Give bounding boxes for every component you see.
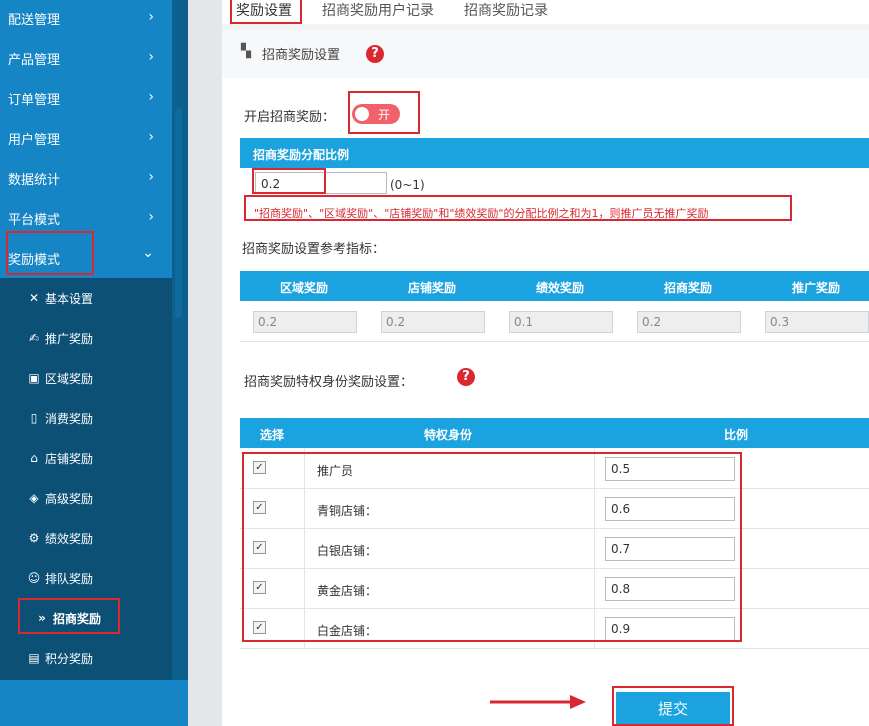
- submenu-item-label: 排队奖励: [45, 571, 94, 586]
- submenu-item-label: 高级奖励: [45, 491, 94, 506]
- submenu-item-label: 积分奖励: [45, 651, 94, 666]
- submenu-item-promotion[interactable]: ✍ 推广奖励: [0, 318, 172, 358]
- submenu-item-label: 区域奖励: [45, 371, 94, 386]
- tools-icon: ✕: [28, 291, 40, 305]
- sidebar-item-label: 订单管理: [8, 92, 61, 108]
- map-icon: ▣: [28, 371, 40, 385]
- submenu-item-label: 绩效奖励: [45, 531, 94, 546]
- divider: [240, 341, 869, 342]
- ref-header-bar: 区域奖励 店铺奖励 绩效奖励 招商奖励 推广奖励: [240, 271, 869, 301]
- sidebar-item-products[interactable]: 产品管理 ›: [0, 38, 172, 78]
- highlight-box: [230, 0, 302, 24]
- chevron-right-icon: ›: [148, 9, 154, 25]
- submenu-item-region[interactable]: ▣ 区域奖励: [0, 358, 172, 398]
- priv-header-bar: 选择 特权身份 比例: [240, 418, 869, 448]
- sidebar-item-label: 平台模式: [8, 212, 61, 228]
- highlight-box: [6, 231, 94, 275]
- chevron-right-icon: ›: [148, 209, 154, 225]
- tab-merchant-records[interactable]: 招商奖励记录: [464, 0, 548, 24]
- submenu-item-label: 店铺奖励: [45, 451, 94, 466]
- submenu-item-label: 推广奖励: [45, 331, 94, 346]
- highlight-box: [612, 686, 734, 726]
- submenu-item-label: 基本设置: [45, 291, 94, 306]
- panel-header: ▚ 招商奖励设置 ?: [222, 30, 869, 78]
- sidebar-item-label: 用户管理: [8, 132, 61, 148]
- ratio-bar: 招商奖励分配比例: [240, 138, 869, 168]
- sidebar-item-label: 数据统计: [8, 172, 61, 188]
- help-icon[interactable]: ?: [457, 368, 475, 386]
- submenu-item-label: 消费奖励: [45, 411, 94, 426]
- priv-label: 招商奖励特权身份奖励设置：: [244, 375, 414, 390]
- ref-label: 招商奖励设置参考指标：: [242, 242, 386, 257]
- sidebar-footer: [0, 680, 188, 726]
- priv-header-ratio: 比例: [724, 428, 749, 442]
- shop-icon: ⌂: [30, 451, 38, 465]
- sidebar-menu: 配送管理 › 产品管理 › 订单管理 › 用户管理 › 数据统计 › 平台模式 …: [0, 0, 172, 680]
- chevron-right-icon: ›: [148, 169, 154, 185]
- chevron-right-icon: ›: [148, 89, 154, 105]
- highlight-box: [348, 91, 420, 134]
- settings-panel: ▚ 招商奖励设置 ? 开启招商奖励： 开 招商奖励分配比例 0.2 (0~1) …: [222, 30, 869, 726]
- points-icon: ▤: [28, 651, 40, 665]
- submenu-item-points[interactable]: ▤ 积分奖励: [0, 638, 172, 678]
- ref-value-performance: 0.1: [509, 311, 613, 333]
- ref-header-performance: 绩效奖励: [536, 281, 585, 295]
- panel-title: 招商奖励设置: [262, 48, 341, 63]
- submenu-item-advanced[interactable]: ◈ 高级奖励: [0, 478, 172, 518]
- sidebar-item-users[interactable]: 用户管理 ›: [0, 118, 172, 158]
- ref-header-merchant: 招商奖励: [664, 281, 713, 295]
- divider: [240, 648, 869, 649]
- tab-bar: 奖励设置 招商奖励用户记录 招商奖励记录: [222, 0, 869, 24]
- ref-value-merchant: 0.2: [637, 311, 741, 333]
- submenu-item-queue[interactable]: ☺ 排队奖励: [0, 558, 172, 598]
- ref-value-shop: 0.2: [381, 311, 485, 333]
- hand-icon: ✍: [28, 331, 40, 345]
- ratio-bar-title: 招商奖励分配比例: [253, 148, 350, 162]
- sidebar-item-orders[interactable]: 订单管理 ›: [0, 78, 172, 118]
- priv-header-select: 选择: [260, 428, 285, 442]
- ref-header-promotion: 推广奖励: [792, 281, 841, 295]
- ratio-range: (0~1): [390, 178, 425, 192]
- user-icon: ☺: [27, 571, 41, 585]
- highlight-box: [18, 598, 120, 634]
- highlight-box: [244, 195, 792, 221]
- submenu-item-basic[interactable]: ✕ 基本设置: [0, 278, 172, 318]
- submenu-item-shop[interactable]: ⌂ 店铺奖励: [0, 438, 172, 478]
- chevron-right-icon: ›: [148, 49, 154, 65]
- ref-value-region: 0.2: [253, 311, 357, 333]
- chevron-down-icon: ⌄: [142, 245, 154, 261]
- gear-icon: ⚙: [28, 531, 40, 545]
- diamond-icon: ◈: [29, 491, 39, 505]
- sidebar-scrollbar[interactable]: [175, 108, 182, 318]
- main-content: 奖励设置 招商奖励用户记录 招商奖励记录 ▚ 招商奖励设置 ? 开启招商奖励： …: [222, 0, 869, 726]
- reward-submenu: ✕ 基本设置 ✍ 推广奖励 ▣ 区域奖励 ▯ 消费奖励 ⌂ 店铺奖励 ◈ 高级奖…: [0, 278, 172, 680]
- highlight-box: [242, 452, 742, 642]
- arrow-icon: [490, 695, 586, 709]
- sidebar-item-label: 产品管理: [8, 52, 61, 68]
- highlight-box: [252, 168, 326, 194]
- priv-header-identity: 特权身份: [424, 428, 473, 442]
- sidebar-item-stats[interactable]: 数据统计 ›: [0, 158, 172, 198]
- ref-header-shop: 店铺奖励: [408, 281, 457, 295]
- submenu-item-performance[interactable]: ⚙ 绩效奖励: [0, 518, 172, 558]
- ref-header-region: 区域奖励: [280, 281, 329, 295]
- toggle-label: 开启招商奖励：: [244, 110, 336, 125]
- phone-icon: ▯: [30, 411, 38, 425]
- sidebar: 配送管理 › 产品管理 › 订单管理 › 用户管理 › 数据统计 › 平台模式 …: [0, 0, 188, 726]
- chevron-right-icon: ›: [148, 129, 154, 145]
- tab-merchant-user-records[interactable]: 招商奖励用户记录: [322, 0, 434, 24]
- sidebar-item-delivery[interactable]: 配送管理 ›: [0, 0, 172, 38]
- grid-icon: ▚: [241, 44, 251, 59]
- help-icon[interactable]: ?: [366, 45, 384, 63]
- gutter: [188, 0, 222, 726]
- ref-value-promotion: 0.3: [765, 311, 869, 333]
- sidebar-item-label: 配送管理: [8, 12, 61, 28]
- submenu-item-consume[interactable]: ▯ 消费奖励: [0, 398, 172, 438]
